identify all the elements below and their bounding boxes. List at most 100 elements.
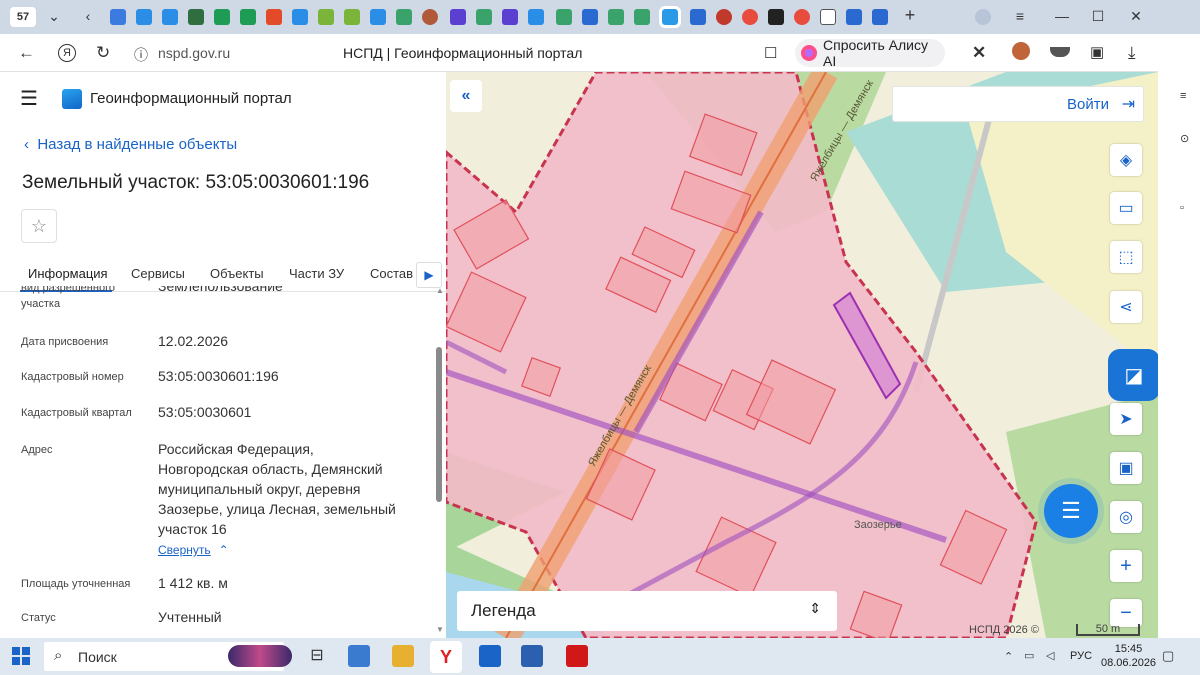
tab-favicon[interactable] bbox=[396, 9, 412, 25]
yandex-browser-icon[interactable]: Y bbox=[430, 641, 462, 673]
tab-favicon[interactable] bbox=[768, 9, 784, 25]
tab-favicon[interactable] bbox=[608, 9, 624, 25]
tab-favicon[interactable] bbox=[240, 9, 256, 25]
tab-favicon[interactable] bbox=[742, 9, 758, 25]
scroll-up-icon[interactable]: ▲ bbox=[436, 286, 444, 295]
volume-muted-icon[interactable]: ◁ bbox=[1046, 649, 1054, 662]
tab-objects[interactable]: Объекты bbox=[210, 266, 264, 281]
word-icon[interactable] bbox=[521, 645, 543, 667]
bookmark-icon[interactable]: ☐ bbox=[764, 44, 777, 62]
download-icon[interactable]: ⤓ bbox=[1128, 43, 1136, 63]
tab-favicon[interactable] bbox=[188, 9, 204, 25]
extension-icon[interactable] bbox=[1012, 42, 1030, 60]
clock-date: 08.06.2026 bbox=[1101, 657, 1157, 669]
network-icon[interactable]: ▭ bbox=[1024, 649, 1034, 662]
back-arrow-icon[interactable]: ← bbox=[18, 43, 35, 63]
tab-favicon[interactable] bbox=[318, 9, 334, 25]
location-search-icon[interactable]: ◎ bbox=[1110, 501, 1142, 533]
chat-icon[interactable]: ☰ bbox=[1044, 484, 1098, 538]
alice-icon bbox=[801, 45, 817, 61]
ask-alice-label: Спросить Алису AI bbox=[823, 37, 929, 69]
tab-parts[interactable]: Части ЗУ bbox=[289, 266, 344, 281]
site-info-icon[interactable]: ⓘ bbox=[134, 45, 148, 65]
tab-favicon[interactable] bbox=[502, 9, 518, 25]
acrobat-icon[interactable] bbox=[566, 645, 588, 667]
hamburger-menu-icon[interactable]: ☰ bbox=[20, 86, 44, 111]
task-view-icon[interactable]: ⊟ bbox=[306, 645, 328, 667]
store-icon[interactable] bbox=[348, 645, 370, 667]
tab-services[interactable]: Сервисы bbox=[131, 266, 185, 281]
layers-icon[interactable]: ◈ bbox=[1110, 144, 1142, 176]
select-area-icon[interactable]: ⬚ bbox=[1110, 241, 1142, 273]
minimize-icon[interactable]: — bbox=[1052, 8, 1072, 24]
assistant-badge-icon[interactable]: ◪ bbox=[1108, 349, 1160, 401]
tab-favicon[interactable] bbox=[214, 9, 230, 25]
navigate-icon[interactable]: ➤ bbox=[1110, 403, 1142, 435]
tab-composition[interactable]: Состав bbox=[370, 266, 413, 281]
search-highlight-image bbox=[228, 645, 292, 667]
tab-favicon[interactable] bbox=[370, 9, 386, 25]
tab-favicon[interactable] bbox=[794, 9, 810, 25]
tab-favicon[interactable] bbox=[690, 9, 706, 25]
outlook-icon[interactable] bbox=[479, 645, 501, 667]
legend-label: Легенда bbox=[471, 601, 536, 620]
tab-favicon[interactable] bbox=[266, 9, 282, 25]
tray-chevron-icon[interactable]: ⌃ bbox=[1004, 650, 1013, 663]
collapse-address-link[interactable]: Свернуть ⌃ bbox=[158, 543, 229, 557]
tab-favicon[interactable] bbox=[582, 9, 598, 25]
tabs-scroll-right-icon[interactable]: ▶ bbox=[416, 262, 442, 288]
tab-favicon[interactable] bbox=[110, 9, 126, 25]
reload-icon[interactable]: ↻ bbox=[96, 43, 110, 63]
close-window-icon[interactable]: ✕ bbox=[1126, 8, 1146, 25]
menu-icon[interactable]: ≡ bbox=[1010, 8, 1030, 24]
tab-favicon[interactable] bbox=[820, 9, 836, 25]
new-tab-icon[interactable]: + bbox=[900, 5, 920, 26]
tab-favicon[interactable] bbox=[450, 9, 466, 25]
ask-alice-button[interactable]: Спросить Алису AI bbox=[795, 37, 945, 69]
scroll-down-icon[interactable]: ▼ bbox=[436, 625, 444, 634]
start-windows-icon[interactable] bbox=[12, 647, 30, 665]
tab-favicon[interactable] bbox=[292, 9, 308, 25]
panel-scrollbar[interactable] bbox=[436, 347, 442, 502]
tab-favicon[interactable] bbox=[634, 9, 650, 25]
share-icon[interactable]: ⋖ bbox=[1110, 291, 1142, 323]
tab-favicon[interactable] bbox=[344, 9, 360, 25]
portal-header: ☰ Геоинформационный портал bbox=[20, 86, 292, 111]
screen-icon[interactable]: ▣ bbox=[1110, 452, 1142, 484]
language-indicator[interactable]: РУС bbox=[1070, 650, 1092, 662]
tab-favicon[interactable] bbox=[422, 9, 438, 25]
map-canvas[interactable]: Яжелбицы — Демянск Яжелбицы — Демянск За… bbox=[446, 72, 1158, 638]
yandex-icon[interactable]: Я bbox=[58, 44, 76, 62]
extension-icon[interactable] bbox=[1050, 47, 1070, 57]
tab-favicon[interactable] bbox=[716, 9, 732, 25]
tab-favicon[interactable] bbox=[556, 9, 572, 25]
ruler-icon[interactable]: ▭ bbox=[1110, 192, 1142, 224]
clock[interactable]: 15:45 08.06.2026 bbox=[1101, 642, 1156, 670]
tab-favicon[interactable] bbox=[136, 9, 152, 25]
tab-favicon[interactable] bbox=[476, 9, 492, 25]
tab-scroll-left-icon[interactable]: ‹ bbox=[78, 8, 98, 24]
field-value-area: 1 412 кв. м bbox=[158, 575, 228, 591]
url-field[interactable]: nspd.gov.ru bbox=[158, 45, 230, 61]
collapse-panel-button[interactable]: « bbox=[450, 80, 482, 112]
tab-information[interactable]: Информация bbox=[28, 266, 108, 281]
tab-favicon[interactable] bbox=[528, 9, 544, 25]
tab-favicon[interactable] bbox=[872, 9, 888, 25]
profile-avatar[interactable] bbox=[975, 9, 991, 25]
notifications-icon[interactable]: ▢ bbox=[1162, 648, 1174, 664]
maximize-icon[interactable]: ☐ bbox=[1088, 8, 1108, 25]
tab-active-favicon[interactable] bbox=[659, 6, 681, 28]
downloads-list-icon[interactable]: ▣ bbox=[1090, 43, 1104, 61]
file-explorer-icon[interactable] bbox=[392, 645, 414, 667]
login-button[interactable]: Войти ⇥ bbox=[892, 86, 1144, 122]
tab-favicon[interactable] bbox=[162, 9, 178, 25]
tab-list-chevron-icon[interactable]: ⌄ bbox=[44, 8, 64, 25]
zoom-in-icon[interactable]: + bbox=[1110, 550, 1142, 582]
back-to-results-link[interactable]: ‹ Назад в найденные объекты bbox=[24, 136, 237, 153]
tab-favicon[interactable] bbox=[846, 9, 862, 25]
legend-dropdown[interactable]: Легенда ⇕ bbox=[457, 591, 837, 631]
tab-count-badge[interactable]: 57 bbox=[10, 7, 36, 27]
favorite-star-button[interactable]: ☆ bbox=[21, 209, 57, 243]
scale-bar: 50 m bbox=[1076, 624, 1140, 636]
extension-icon[interactable]: ✕ bbox=[972, 43, 986, 63]
